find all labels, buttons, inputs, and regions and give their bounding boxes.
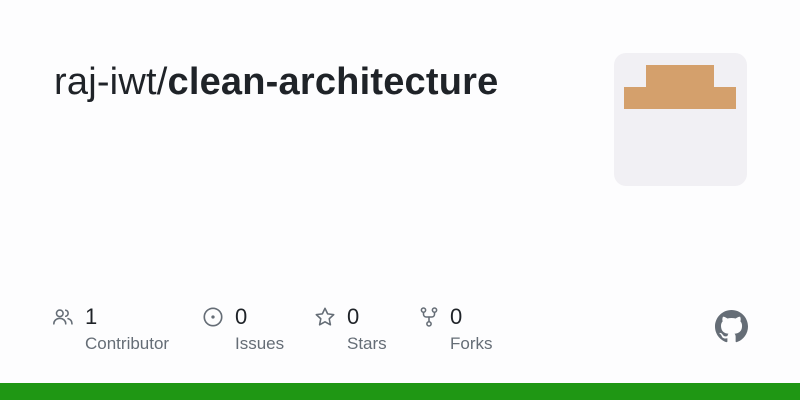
issues-label: Issues — [235, 334, 285, 353]
issues-count: 0 — [235, 304, 248, 329]
language-bar — [0, 383, 800, 400]
repo-separator: / — [156, 61, 168, 103]
forks-label: Forks — [450, 334, 493, 353]
star-icon — [315, 307, 335, 326]
avatar-pixel-block-bottom — [624, 87, 736, 109]
avatar-pixel-block-top — [646, 65, 714, 89]
people-icon — [53, 309, 73, 325]
stars-count: 0 — [347, 304, 360, 329]
social-preview-card: raj-iwt/clean-architecture 1 Contributor… — [0, 0, 800, 400]
github-mark-icon[interactable] — [715, 310, 748, 343]
repo-name[interactable]: clean-architecture — [168, 61, 499, 103]
repo-owner[interactable]: raj-iwt — [54, 61, 157, 103]
repo-title[interactable]: raj-iwt/clean-architecture — [54, 56, 498, 108]
contributors-count: 1 — [85, 304, 98, 329]
contributors-label: Contributor — [85, 334, 170, 353]
stars-label: Stars — [347, 334, 387, 353]
owner-avatar[interactable] — [614, 53, 747, 186]
forks-count: 0 — [450, 304, 463, 329]
fork-icon — [420, 307, 438, 327]
issue-circle-icon — [203, 307, 223, 327]
